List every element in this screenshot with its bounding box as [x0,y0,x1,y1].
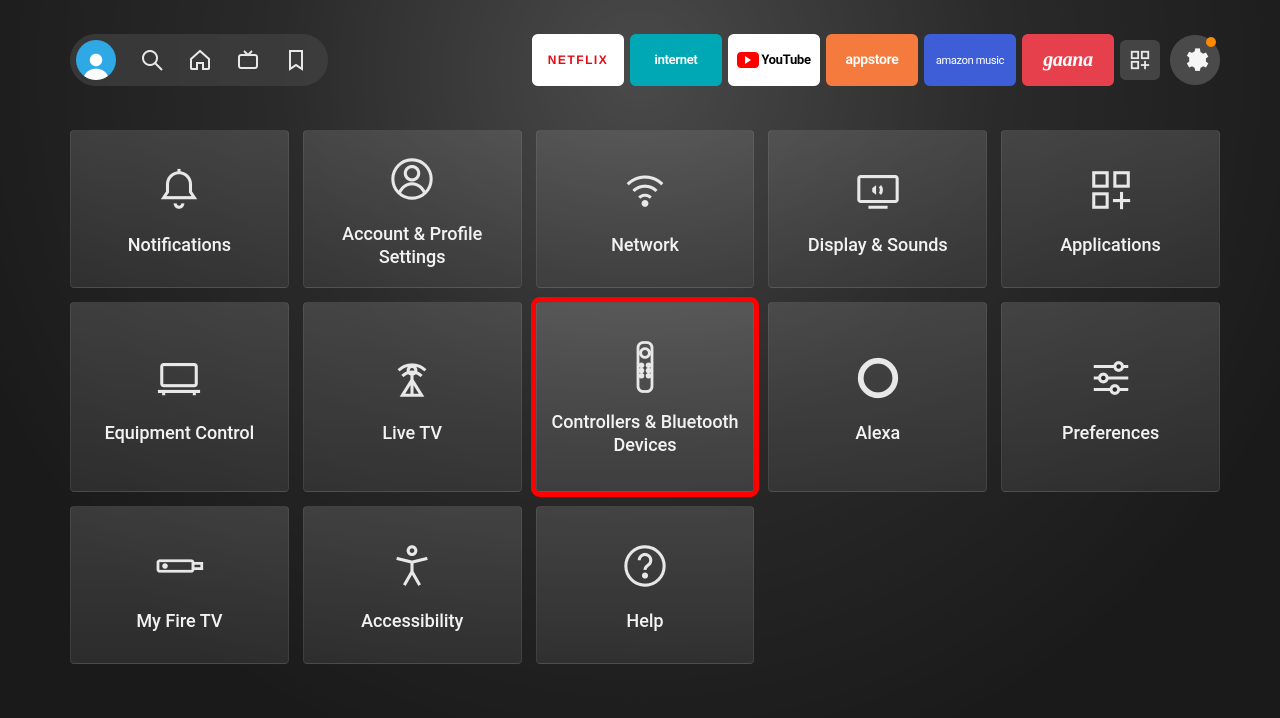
search-icon[interactable] [140,48,164,72]
tile-label: Help [626,610,663,633]
tile-label: Equipment Control [105,422,255,445]
nav-left-group [70,34,328,86]
bookmark-icon[interactable] [284,48,308,72]
tile-label: Account & Profile Settings [316,223,509,270]
profile-avatar[interactable] [76,40,116,80]
equipment-icon [156,348,202,408]
tile-label: Display & Sounds [808,234,948,257]
tile-label: My Fire TV [136,610,222,633]
tile-label: Network [611,234,679,257]
sliders-icon [1088,348,1134,408]
tile-livetv[interactable]: Live TV [303,302,522,492]
tile-label: Preferences [1062,422,1159,445]
user-circle-icon [389,149,435,209]
display-sound-icon [855,160,901,220]
firetv-stick-icon [151,536,207,596]
apps-grid-icon [1088,160,1134,220]
tile-alexa[interactable]: Alexa [768,302,987,492]
app-appstore[interactable]: appstore [826,34,918,86]
tile-label: Notifications [128,234,231,257]
remote-icon [622,337,668,397]
tile-accessibility[interactable]: Accessibility [303,506,522,664]
app-youtube[interactable]: YouTube [728,34,820,86]
tile-label: Live TV [382,422,442,445]
settings-grid: Notifications Account & Profile Settings… [70,130,1220,664]
app-gaana[interactable]: gaana [1022,34,1114,86]
app-shortcuts: NETFLIX internet YouTube appstore amazon… [532,34,1220,86]
tile-label: Alexa [855,422,900,445]
tile-label: Accessibility [361,610,463,633]
app-amazon-music[interactable]: amazon music [924,34,1016,86]
wifi-icon [622,160,668,220]
antenna-icon [389,348,435,408]
tile-controllers[interactable]: Controllers & Bluetooth Devices [536,302,755,492]
tile-equipment[interactable]: Equipment Control [70,302,289,492]
tile-applications[interactable]: Applications [1001,130,1220,288]
tile-myfiretv[interactable]: My Fire TV [70,506,289,664]
all-apps-icon[interactable] [1120,40,1160,80]
youtube-play-icon [737,52,759,68]
alexa-ring-icon [855,348,901,408]
app-netflix[interactable]: NETFLIX [532,34,624,86]
tile-network[interactable]: Network [536,130,755,288]
tile-preferences[interactable]: Preferences [1001,302,1220,492]
tile-account[interactable]: Account & Profile Settings [303,130,522,288]
top-nav: NETFLIX internet YouTube appstore amazon… [70,30,1220,90]
tile-help[interactable]: Help [536,506,755,664]
tile-label: Controllers & Bluetooth Devices [549,411,742,458]
accessibility-icon [389,536,435,596]
tile-notifications[interactable]: Notifications [70,130,289,288]
youtube-label: YouTube [761,53,810,68]
app-internet[interactable]: internet [630,34,722,86]
tile-display[interactable]: Display & Sounds [768,130,987,288]
settings-gear-icon[interactable] [1170,35,1220,85]
tile-label: Applications [1060,234,1160,257]
bell-icon [156,160,202,220]
help-icon [622,536,668,596]
home-icon[interactable] [188,48,212,72]
notification-dot [1206,37,1216,47]
tv-icon[interactable] [236,48,260,72]
